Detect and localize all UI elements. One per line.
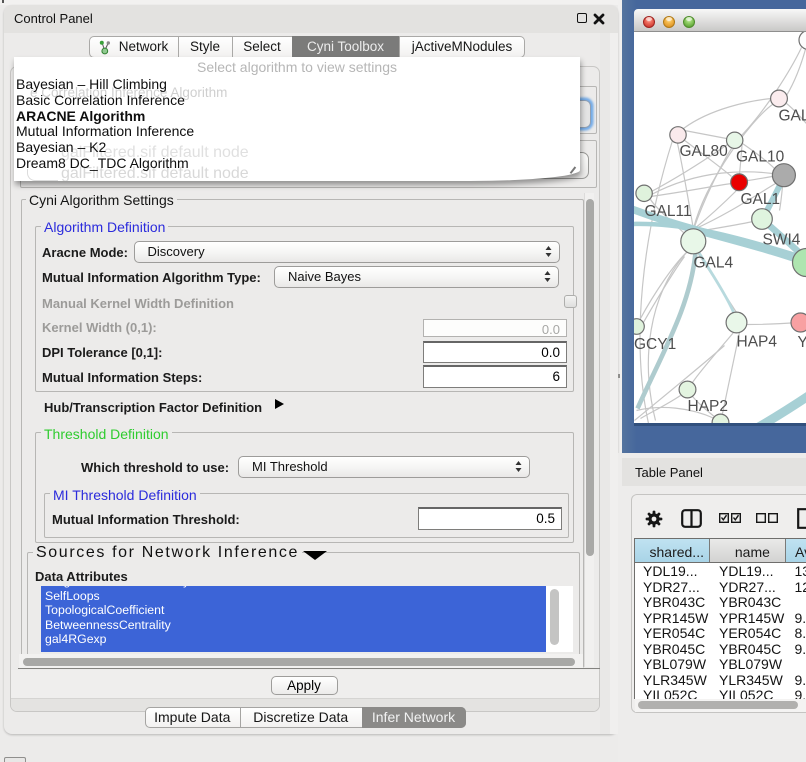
svg-text:HAP4: HAP4 bbox=[736, 333, 777, 350]
svg-text:GCY1: GCY1 bbox=[634, 336, 676, 353]
svg-text:GAL11: GAL11 bbox=[644, 203, 691, 220]
svg-text:GAL4: GAL4 bbox=[693, 254, 733, 271]
svg-text:GAL10: GAL10 bbox=[736, 148, 785, 165]
svg-text:GAL2: GAL2 bbox=[778, 107, 806, 124]
svg-text:SWI4: SWI4 bbox=[762, 231, 800, 248]
svg-text:HAP2: HAP2 bbox=[687, 398, 728, 415]
svg-text:GAL80: GAL80 bbox=[679, 143, 728, 160]
svg-text:YEL: YEL bbox=[797, 334, 806, 351]
svg-text:GAL1: GAL1 bbox=[740, 191, 780, 208]
